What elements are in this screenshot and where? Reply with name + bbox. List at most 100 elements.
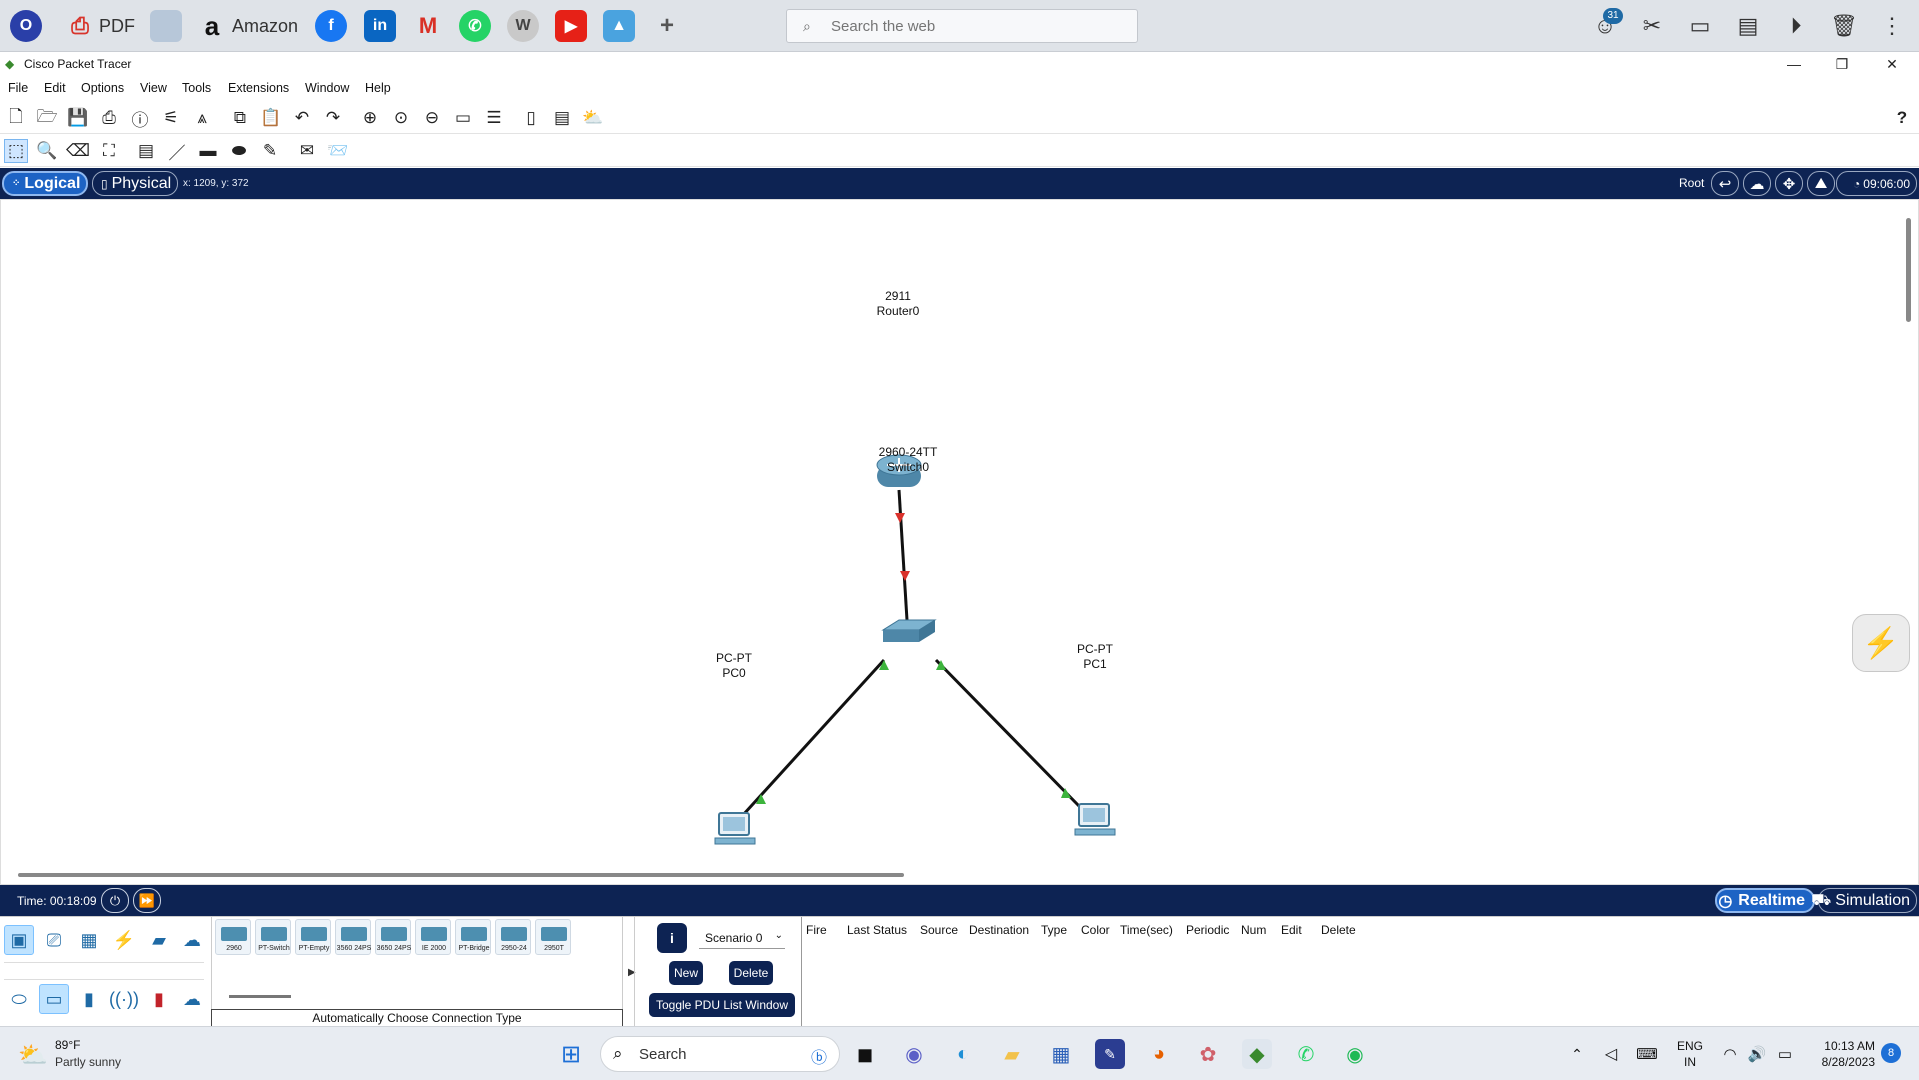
cable-router-switch[interactable]: [897, 489, 909, 621]
undo-icon[interactable]: ↶: [290, 106, 314, 130]
palette-icon[interactable]: ▯: [519, 106, 543, 130]
whatsapp-taskbar-icon[interactable]: ✆: [1291, 1039, 1321, 1069]
play-icon[interactable]: ⏵: [1781, 12, 1811, 40]
new-scenario-button[interactable]: New: [669, 961, 703, 985]
paint-icon[interactable]: ✿: [1193, 1039, 1223, 1069]
end-devices-category[interactable]: ⎚: [39, 925, 69, 955]
device-pt-bridge[interactable]: PT-Bridge: [455, 919, 491, 955]
connections-category[interactable]: ⚡: [109, 925, 139, 955]
weather-temperature[interactable]: 89°F: [55, 1038, 80, 1052]
pc0-device-icon[interactable]: [714, 812, 756, 845]
activity-wizard-icon[interactable]: ⩓: [190, 106, 214, 130]
network-info-icon[interactable]: ⚟: [159, 106, 183, 130]
web-search-input[interactable]: [831, 15, 1121, 37]
weather-description[interactable]: Partly sunny: [55, 1055, 121, 1069]
facebook-icon[interactable]: f: [315, 10, 347, 42]
volume-icon[interactable]: 🔊: [1742, 1039, 1772, 1069]
menu-window[interactable]: Window: [305, 81, 349, 95]
zoom-reset-icon[interactable]: ⊙: [389, 106, 413, 130]
logical-workspace[interactable]: 2911 Router0 2960-24TT Switch0 PC-PT PC0…: [0, 199, 1919, 885]
scenario-info-button[interactable]: i: [657, 923, 687, 953]
move-icon[interactable]: ✥: [1775, 171, 1803, 196]
device-template-icon[interactable]: ▤: [550, 106, 574, 130]
power-cycle-button[interactable]: ⏻: [101, 888, 129, 913]
select-tool-icon[interactable]: ⬚: [4, 139, 28, 163]
redo-icon[interactable]: ↷: [321, 106, 345, 130]
pdf-label[interactable]: PDF: [99, 16, 135, 37]
device-2960[interactable]: 2960: [215, 919, 251, 955]
simple-pdu-icon[interactable]: ✉: [295, 139, 319, 163]
delete-scenario-button[interactable]: Delete: [729, 961, 773, 985]
list-icon[interactable]: ☰: [482, 106, 506, 130]
network-devices-category[interactable]: ▣: [4, 925, 34, 955]
notification-count-badge[interactable]: 8: [1881, 1043, 1901, 1063]
cable-switch-pc1[interactable]: [934, 658, 1081, 808]
background-icon[interactable]: ⛰: [1807, 171, 1835, 196]
line-tool-icon[interactable]: ／: [165, 139, 189, 163]
amazon-label[interactable]: Amazon: [232, 16, 298, 37]
info-icon[interactable]: ⓘ: [128, 106, 152, 130]
fast-forward-button[interactable]: ⏩: [133, 888, 161, 913]
help-icon[interactable]: ?: [1890, 106, 1914, 130]
menu-extensions[interactable]: Extensions: [228, 81, 289, 95]
open-file-icon[interactable]: 🗁: [35, 106, 59, 130]
system-clock[interactable]: 10:13 AM 8/28/2023: [1805, 1038, 1875, 1070]
trash-icon[interactable]: 🗑: [1829, 12, 1859, 40]
web-search-box[interactable]: ⌕: [786, 9, 1138, 43]
pen-app-icon[interactable]: ✎: [1095, 1039, 1125, 1069]
pdf-icon[interactable]: ⎙: [64, 10, 96, 42]
resize-tool-icon[interactable]: ⛶: [97, 139, 121, 163]
paste-icon[interactable]: 📋: [259, 106, 283, 130]
whatsapp-icon[interactable]: ✆: [459, 10, 491, 42]
complex-pdu-icon[interactable]: 📨: [326, 139, 350, 163]
floating-action-button[interactable]: ⚡: [1852, 614, 1910, 672]
menu-edit[interactable]: Edit: [44, 81, 66, 95]
youtube-icon[interactable]: ▶: [555, 10, 587, 42]
file-explorer-icon[interactable]: ▰: [997, 1039, 1027, 1069]
switches-category[interactable]: ▭: [39, 984, 69, 1014]
scenario-select[interactable]: Scenario 0 ⌄: [699, 927, 785, 949]
linkedin-icon[interactable]: in: [364, 10, 396, 42]
restore-button[interactable]: ❐: [1820, 54, 1864, 74]
copy-icon[interactable]: ⧉: [228, 106, 252, 130]
zoom-in-icon[interactable]: ⊕: [358, 106, 382, 130]
ellipse-tool-icon[interactable]: ⬬: [227, 139, 251, 163]
note-tool-icon[interactable]: ▤: [134, 139, 158, 163]
device-2950-24[interactable]: 2950-24: [495, 919, 531, 955]
scissors-icon[interactable]: ✂: [1637, 12, 1667, 40]
keyboard-icon[interactable]: ⌨: [1632, 1039, 1662, 1069]
delete-tool-icon[interactable]: ⌫: [66, 139, 90, 163]
menu-view[interactable]: View: [140, 81, 167, 95]
multiuser-category[interactable]: ☁: [177, 925, 207, 955]
store-icon[interactable]: ▦: [1046, 1039, 1076, 1069]
device-3650-24ps[interactable]: 3650 24PS: [375, 919, 411, 955]
menu-help[interactable]: Help: [365, 81, 391, 95]
photos-icon[interactable]: ▲: [603, 10, 635, 42]
pc0-name-label[interactable]: PC0: [694, 666, 774, 680]
viewport-clock[interactable]: ◔ 09:06:00: [1836, 171, 1917, 196]
more-icon[interactable]: ⋮: [1877, 12, 1907, 40]
tab-physical[interactable]: ▯ Physical: [92, 171, 178, 196]
routers-category[interactable]: ⬭: [4, 984, 34, 1014]
device-pt-switch[interactable]: PT-Switch: [255, 919, 291, 955]
device-3560-24ps[interactable]: 3560 24PS: [335, 919, 371, 955]
router-name-label[interactable]: Router0: [858, 304, 938, 318]
close-button[interactable]: ✕: [1870, 54, 1914, 74]
firefox-icon[interactable]: ◕: [1144, 1039, 1174, 1069]
device-pt-empty[interactable]: PT-Empty: [295, 919, 331, 955]
location-icon[interactable]: ◁: [1596, 1039, 1626, 1069]
inspect-tool-icon[interactable]: 🔍: [35, 139, 59, 163]
gmail-icon[interactable]: M: [412, 10, 444, 42]
cable-switch-pc0[interactable]: [741, 658, 886, 817]
task-view-icon[interactable]: ◼: [850, 1039, 880, 1069]
wifi-icon[interactable]: ◠: [1715, 1039, 1745, 1069]
rectangle-tool-icon[interactable]: ▬: [196, 139, 220, 163]
menu-tools[interactable]: Tools: [182, 81, 211, 95]
misc-category[interactable]: ▰: [144, 925, 174, 955]
packet-tracer-taskbar-icon[interactable]: ◆: [1242, 1039, 1272, 1069]
workspace-horizontal-scrollbar[interactable]: [18, 873, 904, 877]
amazon-icon[interactable]: a: [196, 10, 228, 42]
device-ie-2000[interactable]: IE 2000: [415, 919, 451, 955]
cluster-icon[interactable]: ☁: [1743, 171, 1771, 196]
security-category[interactable]: ▮: [144, 984, 174, 1014]
